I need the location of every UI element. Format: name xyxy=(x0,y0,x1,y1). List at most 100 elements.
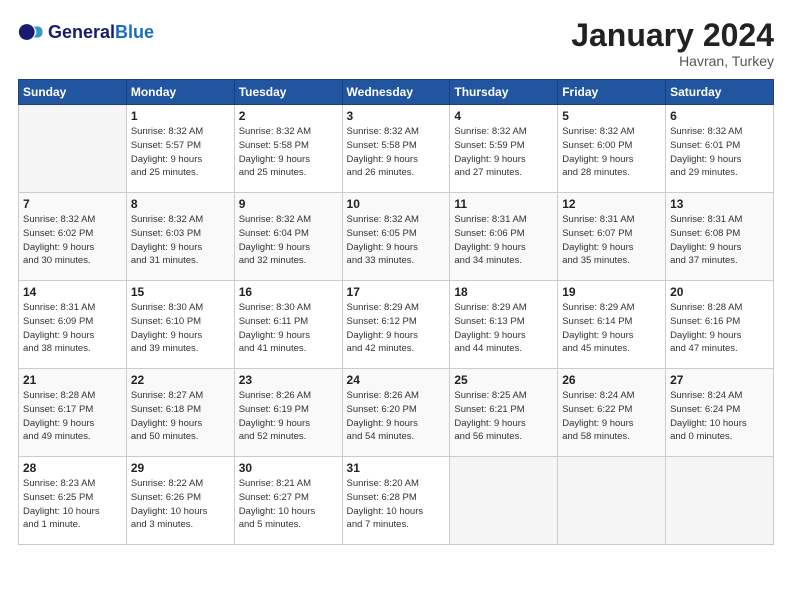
calendar-cell-week2-wed: 10 Sunrise: 8:32 AMSunset: 6:05 PMDayligh… xyxy=(342,193,450,281)
calendar-cell-week3-thu: 18Sunrise: 8:29 AMSunset: 6:13 PMDayligh… xyxy=(450,281,558,369)
header-friday: Friday xyxy=(558,80,666,105)
day-detail: Sunrise: 8:31 AMSunset: 6:07 PMDaylight:… xyxy=(562,213,661,268)
day-detail: Sunrise: 8:32 AMSunset: 5:58 PMDaylight:… xyxy=(239,125,338,180)
calendar-cell-week2-mon: 8 Sunrise: 8:32 AMSunset: 6:03 PMDaylight… xyxy=(126,193,234,281)
calendar-cell-week5-thu xyxy=(450,457,558,545)
calendar-cell-week2-sun: 7 Sunrise: 8:32 AMSunset: 6:02 PMDaylight… xyxy=(19,193,127,281)
day-detail: Sunrise: 8:30 AMSunset: 6:10 PMDaylight:… xyxy=(131,301,230,356)
day-detail: Sunrise: 8:24 AMSunset: 6:22 PMDaylight:… xyxy=(562,389,661,444)
day-number: 14 xyxy=(23,285,122,299)
calendar-cell-week5-mon: 29Sunrise: 8:22 AMSunset: 6:26 PMDayligh… xyxy=(126,457,234,545)
calendar-cell-week3-wed: 17 Sunrise: 8:29 AMSunset: 6:12 PMDayligh… xyxy=(342,281,450,369)
calendar-cell-week3-sat: 20Sunrise: 8:28 AMSunset: 6:16 PMDayligh… xyxy=(666,281,774,369)
calendar-cell-week4-wed: 24Sunrise: 8:26 AMSunset: 6:20 PMDayligh… xyxy=(342,369,450,457)
logo-blue: Blue xyxy=(115,22,154,43)
calendar-row-1: 1 Sunrise: 8:32 AMSunset: 5:57 PMDaylight… xyxy=(19,105,774,193)
day-detail: Sunrise: 8:21 AMSunset: 6:27 PMDaylight:… xyxy=(239,477,338,532)
day-detail: Sunrise: 8:28 AMSunset: 6:17 PMDaylight:… xyxy=(23,389,122,444)
day-detail: Sunrise: 8:26 AMSunset: 6:19 PMDaylight:… xyxy=(239,389,338,444)
day-number: 22 xyxy=(131,373,230,387)
header-tuesday: Tuesday xyxy=(234,80,342,105)
day-number: 9 xyxy=(239,197,338,211)
day-number: 7 xyxy=(23,197,122,211)
day-number: 10 xyxy=(347,197,446,211)
logo-icon xyxy=(18,18,46,46)
day-number: 8 xyxy=(131,197,230,211)
day-detail: Sunrise: 8:32 AMSunset: 6:01 PMDaylight:… xyxy=(670,125,769,180)
calendar-cell-week3-fri: 19Sunrise: 8:29 AMSunset: 6:14 PMDayligh… xyxy=(558,281,666,369)
day-detail: Sunrise: 8:32 AMSunset: 5:58 PMDaylight:… xyxy=(347,125,446,180)
day-detail: Sunrise: 8:31 AMSunset: 6:08 PMDaylight:… xyxy=(670,213,769,268)
calendar-cell-week5-sat xyxy=(666,457,774,545)
calendar-row-5: 28 Sunrise: 8:23 AMSunset: 6:25 PMDayligh… xyxy=(19,457,774,545)
day-detail: Sunrise: 8:32 AMSunset: 6:05 PMDaylight:… xyxy=(347,213,446,268)
day-detail: Sunrise: 8:31 AMSunset: 6:09 PMDaylight:… xyxy=(23,301,122,356)
logo-general: General xyxy=(48,22,115,43)
title-block: January 2024 Havran, Turkey xyxy=(571,18,774,69)
calendar-cell-week5-fri xyxy=(558,457,666,545)
day-number: 28 xyxy=(23,461,122,475)
day-detail: Sunrise: 8:24 AMSunset: 6:24 PMDaylight:… xyxy=(670,389,769,444)
day-number: 1 xyxy=(131,109,230,123)
day-number: 23 xyxy=(239,373,338,387)
calendar-cell-week5-sun: 28 Sunrise: 8:23 AMSunset: 6:25 PMDayligh… xyxy=(19,457,127,545)
calendar-cell-week4-sat: 27 Sunrise: 8:24 AMSunset: 6:24 PMDayligh… xyxy=(666,369,774,457)
day-detail: Sunrise: 8:32 AMSunset: 6:04 PMDaylight:… xyxy=(239,213,338,268)
calendar-cell-week1-thu: 4 Sunrise: 8:32 AMSunset: 5:59 PMDaylight… xyxy=(450,105,558,193)
calendar-cell-week1-sun xyxy=(19,105,127,193)
day-number: 26 xyxy=(562,373,661,387)
day-number: 12 xyxy=(562,197,661,211)
calendar-cell-week2-fri: 12 Sunrise: 8:31 AMSunset: 6:07 PMDayligh… xyxy=(558,193,666,281)
calendar-cell-week1-fri: 5 Sunrise: 8:32 AMSunset: 6:00 PMDaylight… xyxy=(558,105,666,193)
day-number: 3 xyxy=(347,109,446,123)
calendar-cell-week2-tue: 9 Sunrise: 8:32 AMSunset: 6:04 PMDaylight… xyxy=(234,193,342,281)
day-detail: Sunrise: 8:32 AMSunset: 5:59 PMDaylight:… xyxy=(454,125,553,180)
calendar-row-2: 7 Sunrise: 8:32 AMSunset: 6:02 PMDaylight… xyxy=(19,193,774,281)
day-detail: Sunrise: 8:32 AMSunset: 5:57 PMDaylight:… xyxy=(131,125,230,180)
calendar-cell-week5-tue: 30Sunrise: 8:21 AMSunset: 6:27 PMDayligh… xyxy=(234,457,342,545)
day-detail: Sunrise: 8:32 AMSunset: 6:03 PMDaylight:… xyxy=(131,213,230,268)
calendar-cell-week4-thu: 25Sunrise: 8:25 AMSunset: 6:21 PMDayligh… xyxy=(450,369,558,457)
header-sunday: Sunday xyxy=(19,80,127,105)
day-detail: Sunrise: 8:20 AMSunset: 6:28 PMDaylight:… xyxy=(347,477,446,532)
calendar-row-3: 14 Sunrise: 8:31 AMSunset: 6:09 PMDayligh… xyxy=(19,281,774,369)
day-number: 27 xyxy=(670,373,769,387)
day-detail: Sunrise: 8:23 AMSunset: 6:25 PMDaylight:… xyxy=(23,477,122,532)
day-number: 5 xyxy=(562,109,661,123)
calendar-cell-week4-mon: 22 Sunrise: 8:27 AMSunset: 6:18 PMDayligh… xyxy=(126,369,234,457)
day-number: 4 xyxy=(454,109,553,123)
day-number: 17 xyxy=(347,285,446,299)
location: Havran, Turkey xyxy=(571,53,774,69)
header-wednesday: Wednesday xyxy=(342,80,450,105)
day-detail: Sunrise: 8:32 AMSunset: 6:02 PMDaylight:… xyxy=(23,213,122,268)
day-detail: Sunrise: 8:29 AMSunset: 6:12 PMDaylight:… xyxy=(347,301,446,356)
calendar-cell-week4-fri: 26 Sunrise: 8:24 AMSunset: 6:22 PMDayligh… xyxy=(558,369,666,457)
day-detail: Sunrise: 8:27 AMSunset: 6:18 PMDaylight:… xyxy=(131,389,230,444)
calendar-cell-week3-tue: 16 Sunrise: 8:30 AMSunset: 6:11 PMDayligh… xyxy=(234,281,342,369)
calendar-table: Sunday Monday Tuesday Wednesday Thursday… xyxy=(18,79,774,545)
calendar-cell-week5-wed: 31 Sunrise: 8:20 AMSunset: 6:28 PMDayligh… xyxy=(342,457,450,545)
calendar-cell-week1-mon: 1 Sunrise: 8:32 AMSunset: 5:57 PMDaylight… xyxy=(126,105,234,193)
day-number: 6 xyxy=(670,109,769,123)
day-number: 29 xyxy=(131,461,230,475)
day-number: 25 xyxy=(454,373,553,387)
calendar-cell-week4-tue: 23 Sunrise: 8:26 AMSunset: 6:19 PMDayligh… xyxy=(234,369,342,457)
calendar-cell-week2-thu: 11Sunrise: 8:31 AMSunset: 6:06 PMDayligh… xyxy=(450,193,558,281)
day-number: 21 xyxy=(23,373,122,387)
day-number: 18 xyxy=(454,285,553,299)
day-detail: Sunrise: 8:31 AMSunset: 6:06 PMDaylight:… xyxy=(454,213,553,268)
day-number: 19 xyxy=(562,285,661,299)
day-detail: Sunrise: 8:32 AMSunset: 6:00 PMDaylight:… xyxy=(562,125,661,180)
day-number: 31 xyxy=(347,461,446,475)
calendar-cell-week1-wed: 3 Sunrise: 8:32 AMSunset: 5:58 PMDaylight… xyxy=(342,105,450,193)
page-header: GeneralBlue January 2024 Havran, Turkey xyxy=(18,18,774,69)
calendar-cell-week1-tue: 2Sunrise: 8:32 AMSunset: 5:58 PMDaylight… xyxy=(234,105,342,193)
header-monday: Monday xyxy=(126,80,234,105)
logo: GeneralBlue xyxy=(18,18,154,46)
day-number: 16 xyxy=(239,285,338,299)
calendar-cell-week4-sun: 21 Sunrise: 8:28 AMSunset: 6:17 PMDayligh… xyxy=(19,369,127,457)
day-detail: Sunrise: 8:30 AMSunset: 6:11 PMDaylight:… xyxy=(239,301,338,356)
calendar-header-row: Sunday Monday Tuesday Wednesday Thursday… xyxy=(19,80,774,105)
month-title: January 2024 xyxy=(571,18,774,53)
header-saturday: Saturday xyxy=(666,80,774,105)
